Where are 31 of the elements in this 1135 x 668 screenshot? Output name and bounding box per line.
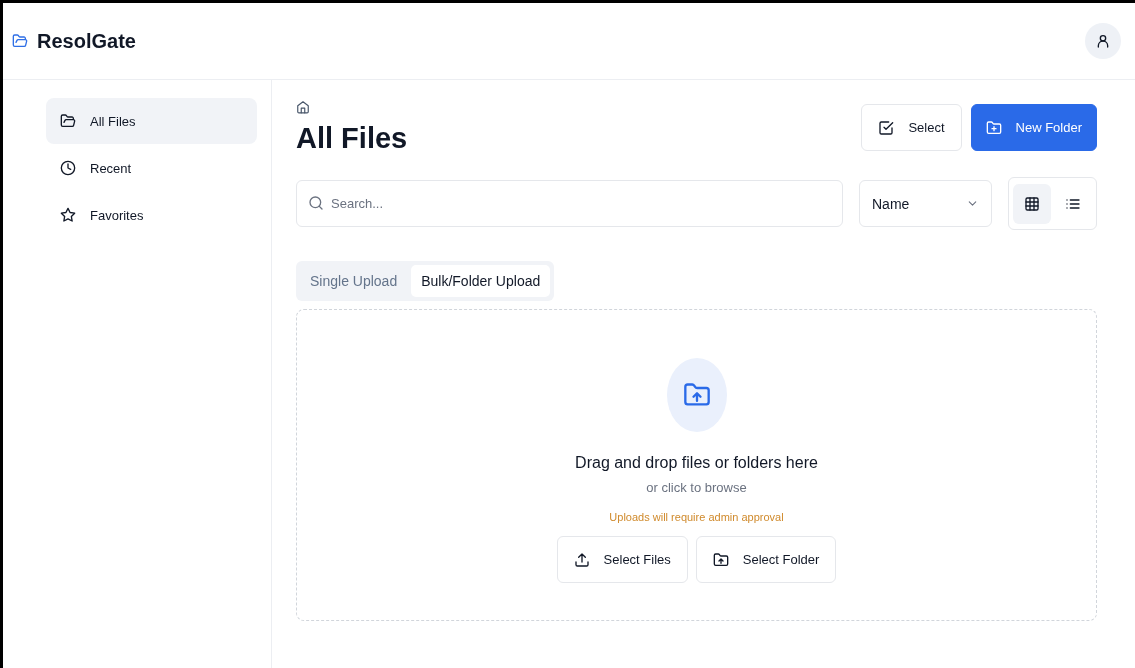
select-folder-button[interactable]: Select Folder (695, 536, 837, 583)
sidebar-item[interactable]: All Files (46, 98, 257, 144)
home-icon (296, 100, 310, 114)
app-title: ResolGate (37, 29, 136, 53)
approval-notice: Uploads will require admin approval (609, 511, 784, 523)
folder-upload-icon (682, 381, 711, 409)
user-icon (1095, 33, 1111, 49)
folder-icon (60, 113, 76, 129)
select-files-button[interactable]: Select Files (556, 536, 688, 583)
dropzone-subtext: or click to browse (646, 480, 747, 495)
star-icon (60, 207, 76, 223)
grid-view-button[interactable] (1013, 183, 1051, 224)
upload-icon (573, 551, 590, 568)
sidebar-item[interactable]: Favorites (46, 192, 257, 238)
select-button[interactable]: Select (861, 104, 962, 151)
user-avatar[interactable] (1085, 23, 1121, 59)
upload-tab[interactable]: Bulk/Folder Upload (411, 265, 551, 297)
dropzone[interactable]: Drag and drop files or folders here or click to browse Uploads will require admin approval Select Files Select Folder (296, 309, 1097, 621)
folder-icon (12, 33, 28, 49)
upload-tab[interactable]: Single Upload (300, 265, 408, 297)
page-title: All Files (296, 122, 408, 155)
folder-upload-icon (712, 551, 729, 568)
search-field[interactable]: Search... (296, 180, 843, 227)
folder-plus-icon (985, 119, 1002, 136)
sort-dropdown[interactable]: Name (859, 180, 992, 227)
dropzone-heading: Drag and drop files or folders here (575, 454, 818, 472)
clock-icon (60, 160, 76, 176)
new-folder-button[interactable]: New Folder (970, 104, 1097, 151)
sidebar-item[interactable]: Recent (46, 145, 257, 191)
checkbox-icon (878, 119, 895, 136)
grid-icon (1023, 195, 1040, 212)
